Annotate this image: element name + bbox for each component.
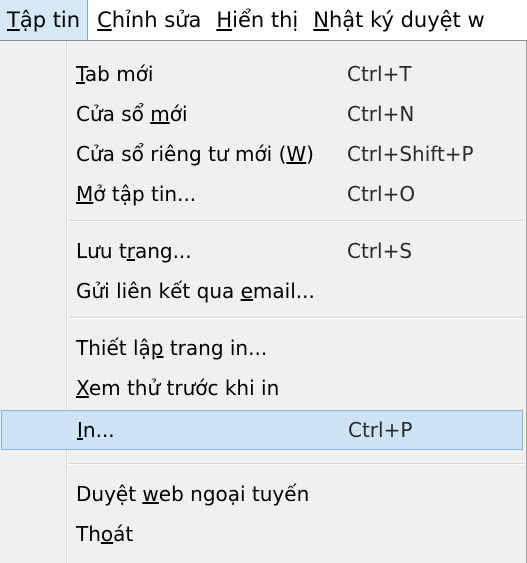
menubar-view-accel: H (216, 8, 233, 32)
menu-item-shortcut: Ctrl+T (347, 62, 412, 86)
menu-item-label: Xem thử trước khi in (76, 376, 280, 400)
menu-separator-highlight (68, 464, 524, 465)
menu-item-work-offline[interactable]: Duyệt web ngoại tuyến (0, 474, 524, 514)
menubar-view[interactable]: Hiển thị (216, 0, 298, 40)
menu-item-new-tab[interactable]: Tab mới Ctrl+T (0, 54, 524, 94)
menu-item-label: Lưu trang... (76, 239, 192, 263)
menu-item-label: Cửa sổ riêng tư mới (W) (76, 142, 314, 166)
menu-separator-highlight (68, 318, 524, 319)
menubar-edit[interactable]: Chỉnh sửa (97, 0, 201, 40)
menu-item-print[interactable]: In... Ctrl+P (1, 410, 523, 450)
menu-item-label: Mở tập tin... (76, 182, 197, 206)
menu-item-shortcut: Ctrl+N (347, 102, 415, 126)
menu-item-email-link[interactable]: Gửi liên kết qua email... (0, 271, 524, 311)
menu-item-new-window[interactable]: Cửa sổ mới Ctrl+N (0, 94, 524, 134)
menu-item-label: Gửi liên kết qua email... (76, 279, 315, 303)
menu-bar: Tập tin Chỉnh sửa Hiển thị Nhật ký duyệt… (0, 0, 527, 40)
menu-item-label: Tab mới (76, 62, 154, 86)
menu-item-label: Cửa sổ mới (76, 102, 188, 126)
menu-item-new-private-window[interactable]: Cửa sổ riêng tư mới (W) Ctrl+Shift+P (0, 134, 524, 174)
menubar-edit-label: hỉnh sửa (111, 8, 202, 32)
menu-item-shortcut: Ctrl+Shift+P (347, 142, 474, 166)
file-menu-dropdown: Tab mới Ctrl+T Cửa sổ mới Ctrl+N Cửa sổ … (0, 40, 527, 563)
menubar-history-label: hật ký duyệt w (328, 8, 485, 32)
menu-item-exit[interactable]: Thoát (0, 514, 524, 554)
menu-item-shortcut: Ctrl+P (348, 418, 413, 442)
screen: Tập tin Chỉnh sửa Hiển thị Nhật ký duyệt… (0, 0, 527, 563)
menu-item-label: Thoát (76, 522, 134, 546)
menubar-file[interactable]: Tập tin (0, 0, 89, 40)
menu-item-label: In... (77, 418, 115, 442)
menu-item-open-file[interactable]: Mở tập tin... Ctrl+O (0, 174, 524, 214)
menubar-file-label: ập tin (19, 8, 81, 32)
menubar-edit-accel: C (97, 8, 112, 32)
menu-item-print-preview[interactable]: Xem thử trước khi in (0, 368, 524, 408)
menu-item-page-setup[interactable]: Thiết lập trang in... (0, 328, 524, 368)
menubar-history-accel: N (313, 8, 329, 32)
menu-item-shortcut: Ctrl+O (347, 182, 416, 206)
menu-item-save-page[interactable]: Lưu trang... Ctrl+S (0, 231, 524, 271)
menu-separator-highlight (68, 221, 524, 222)
menubar-history[interactable]: Nhật ký duyệt w (313, 0, 484, 40)
menu-item-label: Duyệt web ngoại tuyến (76, 482, 310, 506)
menu-item-label: Thiết lập trang in... (76, 336, 268, 360)
menu-item-shortcut: Ctrl+S (347, 239, 413, 263)
menubar-file-accel: T (7, 8, 20, 32)
menubar-view-label: iển thị (232, 8, 299, 32)
